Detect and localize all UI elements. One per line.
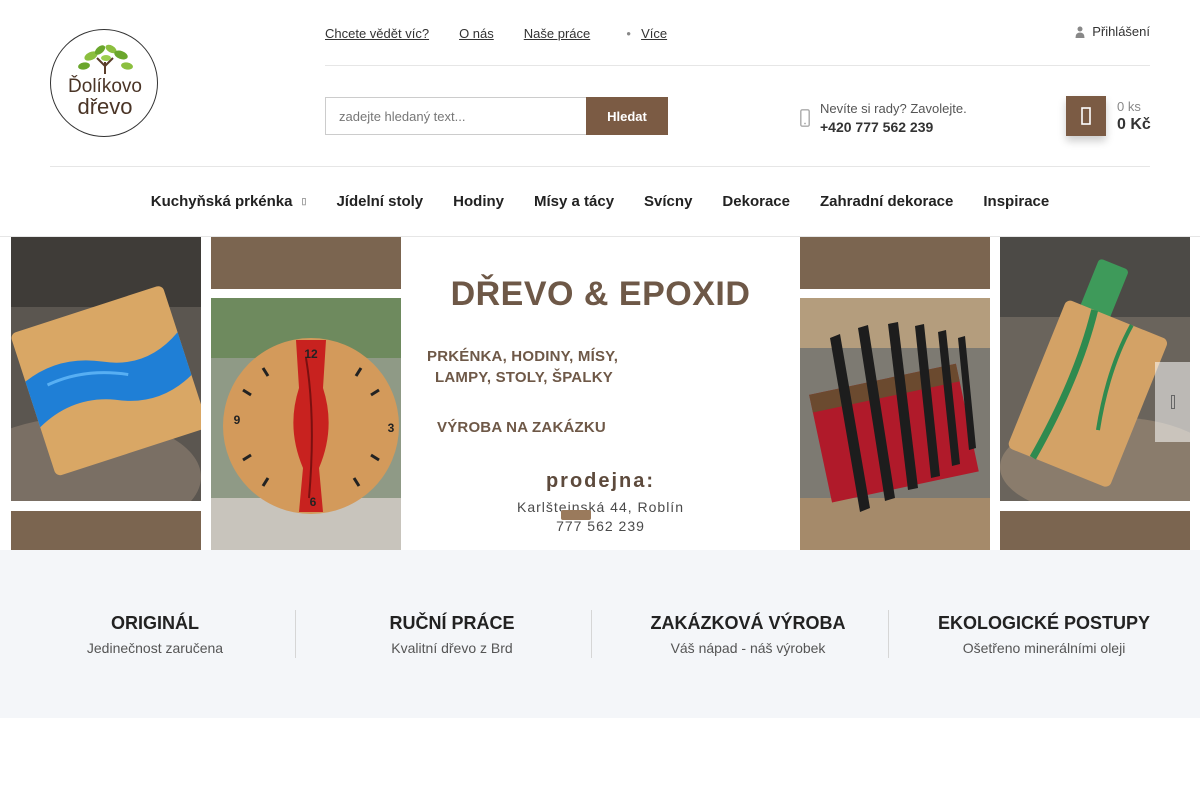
search-input[interactable]	[325, 97, 586, 135]
header-divider	[325, 65, 1150, 66]
top-nav-link[interactable]: Chcete vědět víc?	[325, 26, 429, 41]
top-nav-link: Naše práce	[523, 25, 591, 41]
nav-item-label: Zahradní dekorace	[819, 193, 954, 210]
benefits-strip: ORIGINÁL Jedinečnost zaručena RUČNÍ PRÁC…	[0, 550, 1200, 718]
search-form: Hledat	[325, 97, 668, 135]
cart-info: 0 ks 0 Kč	[1117, 98, 1151, 135]
nav-item-clocks[interactable]: Hodiny	[438, 193, 519, 210]
banner-phone: 777 562 239	[556, 518, 645, 534]
benefit-title: RUČNÍ PRÁCE	[389, 613, 515, 633]
benefit-title: ORIGINÁL	[111, 613, 199, 633]
clock-numeral: 6	[310, 495, 317, 509]
banner-photo-epoxy-clock: 12 3 6 9	[211, 298, 401, 550]
help-text: Nevíte si rady? Zavolejte.	[820, 101, 967, 116]
cart-bag-icon	[1081, 107, 1091, 125]
benefit-item: EKOLOGICKÉ POSTUPY Ošetřeno minerálními …	[896, 611, 1192, 658]
banner-photo-blue-board	[11, 237, 201, 501]
submenu-indicator-icon: ▯	[301, 196, 307, 206]
clock-numeral: 12	[304, 347, 318, 361]
nav-item-label: Svícny	[644, 193, 693, 210]
tree-logo-icon: Ďolíkovo dřevo	[68, 44, 142, 119]
benefit-item: ZAKÁZKOVÁ VÝROBA Váš nápad - náš výrobek	[600, 611, 896, 658]
more-link[interactable]: Více	[641, 26, 667, 41]
top-nav-link[interactable]: O nás	[459, 26, 494, 41]
help-phone[interactable]: +420 777 562 239	[820, 118, 967, 137]
benefit-item: ORIGINÁL Jedinečnost zaručena	[7, 611, 303, 658]
cart-total: 0 Kč	[1117, 116, 1151, 133]
nav-item-inspiration[interactable]: Inspirace	[968, 193, 1064, 210]
nav-item-label: Inspirace	[983, 193, 1050, 210]
search-button[interactable]: Hledat	[586, 97, 668, 135]
nav-item-label: Dekorace	[722, 193, 790, 210]
benefit-subtitle: Ošetřeno minerálními oleji	[962, 640, 1126, 656]
nav-item-garden-decorations[interactable]: Zahradní dekorace	[805, 193, 968, 210]
benefit-separator	[295, 610, 296, 658]
clock-numeral: 9	[234, 413, 241, 427]
login-link[interactable]: Přihlášení	[1075, 24, 1150, 39]
clock-numeral: 3	[388, 421, 395, 435]
cart-count: 0 ks	[1117, 99, 1141, 114]
banner-custom-line: VÝROBA NA ZAKÁZKU	[437, 419, 606, 436]
banner-products-line: PRKÉNKA, HODINY, MÍSY,	[427, 348, 619, 365]
site-header: Ďolíkovo dřevo Chcete vědět víc? O nás N…	[0, 0, 1200, 237]
slider-pagination-dot[interactable]	[561, 510, 591, 520]
cart-widget[interactable]: 0 ks 0 Kč	[1066, 96, 1151, 136]
cart-button[interactable]	[1066, 96, 1106, 136]
slider-next-button[interactable]	[1155, 362, 1190, 442]
nav-item-label: Kuchyňská prkénka	[150, 193, 293, 210]
benefit-separator	[591, 610, 592, 658]
banner-products-line: LAMPY, STOLY, ŠPALKY	[435, 369, 613, 386]
benefit-title: EKOLOGICKÉ POSTUPY	[937, 613, 1151, 633]
site-logo[interactable]: Ďolíkovo dřevo	[50, 29, 158, 137]
banner-title: DŘEVO & EPOXID	[450, 275, 751, 313]
hero-banner-slider[interactable]: 12 3 6 9 DŘEVO & EPOXID PRKÉNKA, HODINY,…	[0, 237, 1200, 550]
nav-item-kitchen-boards[interactable]: Kuchyňská prkénka ▯	[136, 193, 322, 210]
phone-help: Nevíte si rady? Zavolejte. +420 777 562 …	[800, 99, 967, 137]
banner-shop-label: prodejna:	[545, 470, 656, 492]
benefit-item: RUČNÍ PRÁCE Kvalitní dřevo z Brd	[304, 611, 600, 658]
main-navigation: Kuchyňská prkénka ▯ Jídelní stoly Hodiny…	[0, 167, 1200, 236]
benefit-title: ZAKÁZKOVÁ VÝROBA	[650, 613, 846, 633]
banner-brown-block	[1000, 511, 1190, 550]
benefit-subtitle: Kvalitní dřevo z Brd	[391, 640, 513, 656]
login-label: Přihlášení	[1092, 24, 1150, 39]
benefit-subtitle: Jedinečnost zaručena	[86, 640, 224, 656]
banner-brown-block	[800, 237, 990, 289]
banner-photo-knife-block	[800, 298, 990, 550]
nav-item-candlesticks[interactable]: Svícny	[629, 193, 707, 210]
nav-item-dining-tables[interactable]: Jídelní stoly	[321, 193, 438, 210]
banner-address: Karlštejnská 44, Roblín	[517, 499, 684, 515]
more-menu[interactable]: ● Více	[626, 26, 697, 41]
nav-item-label: Mísy a tácy	[534, 193, 615, 210]
chevron-right-icon	[1170, 395, 1175, 409]
banner-text-panel: DŘEVO & EPOXID PRKÉNKA, HODINY, MÍSY, LA…	[401, 237, 800, 550]
more-dot-icon: ●	[626, 28, 632, 38]
benefit-subtitle: Váš nápad - náš výrobek	[670, 640, 826, 656]
mobile-phone-icon	[800, 109, 810, 127]
banner-brown-block	[11, 511, 201, 550]
banner-brown-block	[211, 237, 401, 289]
nav-item-bowls-trays[interactable]: Mísy a tácy	[519, 193, 629, 210]
user-icon	[1075, 26, 1085, 38]
nav-item-decorations[interactable]: Dekorace	[707, 193, 805, 210]
nav-item-label: Jídelní stoly	[336, 193, 424, 210]
nav-item-label: Hodiny	[453, 193, 504, 210]
benefit-separator	[888, 610, 889, 658]
logo-line2: dřevo	[77, 94, 132, 119]
top-navigation: Chcete vědět víc? O nás Naše práce ● Víc…	[325, 24, 697, 42]
